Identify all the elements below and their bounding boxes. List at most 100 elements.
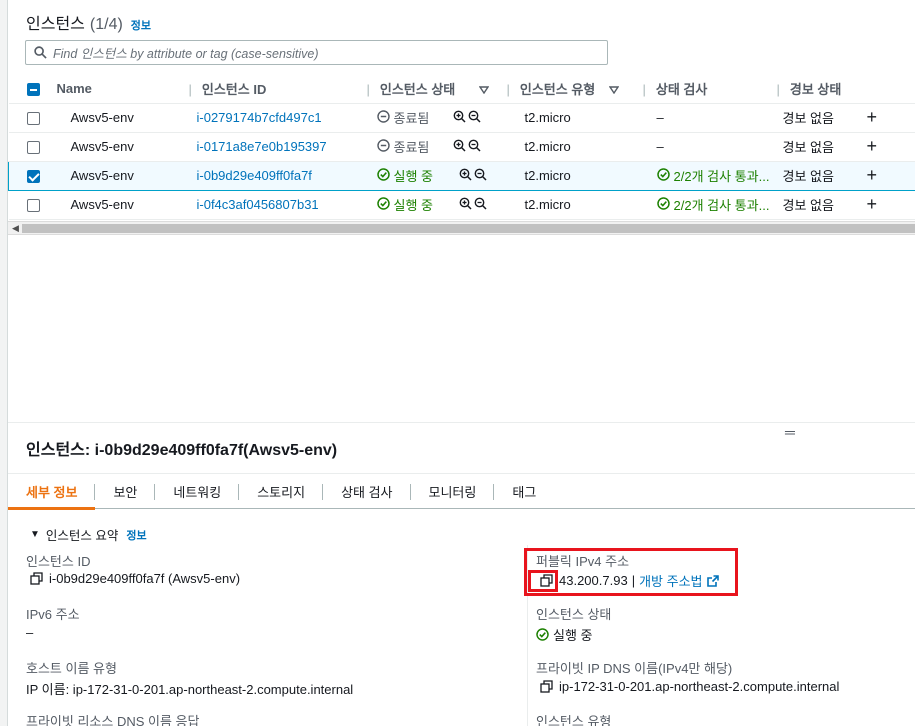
row-checkbox[interactable] [26, 199, 40, 213]
status-badge: 실행 중 [376, 166, 433, 185]
selection-count: (1/4) [89, 16, 123, 33]
status-check-value: – [656, 139, 664, 154]
column-instance-id[interactable]: | 인스턴스 ID [182, 74, 367, 104]
check-circle-icon [656, 167, 674, 184]
check-circle-icon [376, 167, 394, 184]
row-alarm-status: 경보 없음 [776, 160, 867, 191]
row-name: Awsv5-env [56, 103, 183, 133]
instance-state-label: 인스턴스 상태 [536, 607, 612, 622]
row-name: Awsv5-env [56, 190, 183, 220]
row-instance-state: 종료됨 [366, 132, 507, 162]
column-separator: | [188, 81, 192, 97]
row-status-check: 2/2개 검사 통과... [642, 160, 777, 191]
split-divider [8, 422, 915, 423]
private-dns-value: ip-172-31-0-201.ap-northeast-2.compute.i… [540, 679, 839, 694]
column-alarm-status[interactable]: | 경보 상태 [776, 74, 867, 104]
table-row[interactable]: Awsv5-env i-0279174b7cfd497c1 종료됨 t2.micro –… [8, 103, 915, 133]
table-header-row: Name | 인스턴스 ID | 인스턴스 상태 | 인스턴스 유형 | 상태 검사 |… [8, 74, 915, 104]
plus-icon[interactable]: + [867, 136, 878, 156]
row-checkbox[interactable] [26, 141, 40, 155]
row-name: Awsv5-env [56, 160, 183, 191]
row-add[interactable]: + [866, 132, 915, 162]
row-select-cell[interactable] [8, 103, 57, 133]
row-instance-id[interactable]: i-0f4c3af0456807b31 [182, 190, 367, 220]
row-select-cell[interactable] [8, 190, 57, 220]
status-check-value: 2/2개 검사 통과... [656, 195, 769, 214]
zoom-icons[interactable] [453, 139, 483, 152]
row-add[interactable]: + [866, 190, 915, 220]
ipv6-label: IPv6 주소 [26, 607, 80, 622]
row-add[interactable]: + [866, 103, 915, 133]
plus-icon[interactable]: + [867, 194, 878, 214]
detail-tabs: 세부 정보 보안 네트워킹 스토리지 상태 검사 모니터링 태그 [8, 473, 915, 510]
search-input[interactable]: Find 인스턴스 by attribute or tag (case-sens… [25, 40, 608, 65]
table-row[interactable]: Awsv5-env i-0171a8e7e0b195397 종료됨 t2.micro –… [8, 132, 915, 162]
row-instance-state: 실행 중 [366, 190, 507, 220]
copy-icon[interactable] [540, 680, 553, 693]
row-add[interactable]: + [866, 160, 915, 191]
scrollbar-thumb[interactable] [22, 224, 915, 233]
row-select-cell[interactable] [8, 132, 57, 162]
drag-handle-icon[interactable]: ═ [785, 424, 795, 440]
tab-tags[interactable]: 태그 [494, 474, 554, 508]
row-instance-id[interactable]: i-0171a8e7e0b195397 [182, 132, 367, 162]
row-checkbox[interactable] [27, 170, 40, 184]
tab-networking[interactable]: 네트워킹 [155, 474, 240, 508]
tab-details[interactable]: 세부 정보 [8, 474, 96, 510]
instance-type-label: 인스턴스 유형 [536, 714, 612, 726]
tab-status-checks[interactable]: 상태 검사 [323, 474, 411, 508]
tab-storage[interactable]: 스토리지 [239, 474, 324, 508]
instance-summary-header[interactable]: ▼ 인스턴스 요약 정보 [30, 525, 147, 544]
left-scroll-gutter [0, 0, 8, 726]
horizontal-scrollbar[interactable]: ◀ [8, 221, 915, 235]
zoom-icons[interactable] [453, 110, 483, 123]
sort-icon[interactable] [608, 82, 620, 97]
tab-security[interactable]: 보안 [95, 474, 156, 508]
select-all-checkbox[interactable] [26, 82, 40, 96]
row-select-cell[interactable] [8, 160, 57, 191]
check-circle-icon [536, 628, 549, 641]
search-placeholder: Find 인스턴스 by attribute or tag (case-sens… [53, 47, 319, 61]
instances-panel: 인스턴스 (1/4) 정보 Find 인스턴스 by attribute or … [8, 0, 915, 422]
zoom-icons[interactable] [459, 168, 489, 181]
plus-icon[interactable]: + [867, 107, 878, 127]
table-row[interactable]: Awsv5-env i-0f4c3af0456807b31 실행 중 t2.micro… [8, 190, 915, 220]
column-status-check[interactable]: | 상태 검사 [642, 74, 777, 104]
instance-id-link[interactable]: i-0171a8e7e0b195397 [197, 139, 327, 154]
ipv6-value: – [26, 625, 34, 640]
check-circle-icon [376, 196, 394, 213]
row-checkbox[interactable] [26, 112, 40, 126]
row-status-check: – [642, 132, 777, 162]
caret-down-icon[interactable]: ▼ [30, 529, 40, 540]
instance-id-link[interactable]: i-0b9d29e409ff0fa7f [197, 168, 312, 183]
row-alarm-status: 경보 없음 [776, 132, 867, 162]
private-resource-dns-label: 프라이빗 리소스 DNS 이름 응답 [26, 714, 200, 726]
column-name[interactable]: Name [56, 74, 183, 104]
column-separator: | [366, 81, 370, 97]
status-badge: 종료됨 [376, 137, 429, 156]
status-check-value: 2/2개 검사 통과... [656, 166, 769, 185]
select-all-cell[interactable] [8, 74, 57, 104]
search-icon [34, 46, 47, 59]
scroll-left-icon[interactable]: ◀ [12, 223, 19, 234]
tab-monitoring[interactable]: 모니터링 [411, 474, 495, 508]
row-alarm-status: 경보 없음 [776, 103, 867, 133]
sort-icon[interactable] [478, 82, 490, 97]
row-instance-id[interactable]: i-0b9d29e409ff0fa7f [182, 160, 367, 191]
column-instance-state[interactable]: | 인스턴스 상태 [366, 74, 507, 104]
summary-title: 인스턴스 요약 [45, 529, 119, 543]
plus-icon[interactable]: + [867, 165, 878, 185]
table-row[interactable]: Awsv5-env i-0b9d29e409ff0fa7f 실행 중 t2.micro… [8, 160, 915, 191]
status-badge: 종료됨 [376, 108, 429, 127]
copy-icon[interactable] [30, 572, 43, 585]
info-link[interactable]: 정보 [131, 17, 151, 33]
row-instance-state: 실행 중 [366, 160, 507, 191]
instance-id-value: i-0b9d29e409ff0fa7f (Awsv5-env) [30, 571, 240, 586]
summary-info-link[interactable]: 정보 [126, 527, 146, 543]
zoom-icons[interactable] [459, 197, 489, 210]
row-instance-id[interactable]: i-0279174b7cfd497c1 [182, 103, 367, 133]
highlight-box-copy [528, 570, 558, 592]
column-instance-type[interactable]: | 인스턴스 유형 [506, 74, 643, 104]
instance-id-link[interactable]: i-0f4c3af0456807b31 [197, 197, 319, 212]
instance-id-link[interactable]: i-0279174b7cfd497c1 [197, 110, 322, 125]
